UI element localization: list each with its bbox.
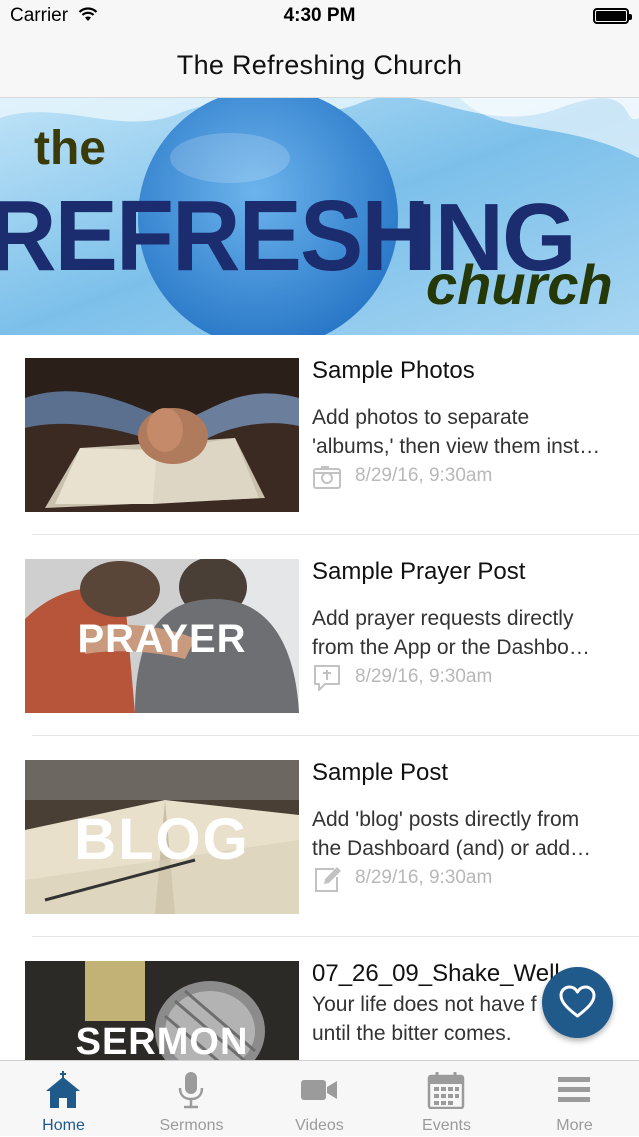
feed-item-blog[interactable]: BLOG Sample Post Add 'blog' posts direct… bbox=[0, 737, 639, 937]
tab-bar: Home Sermons Videos Events More bbox=[0, 1060, 639, 1136]
thumbnail-praying-hands bbox=[25, 358, 299, 512]
navigation-bar: The Refreshing Church bbox=[0, 34, 639, 98]
tab-label: Home bbox=[42, 1117, 85, 1134]
tab-videos[interactable]: Videos bbox=[256, 1061, 383, 1137]
favorite-button[interactable] bbox=[542, 967, 613, 1038]
video-camera-icon bbox=[301, 1080, 337, 1100]
item-description: Add prayer requests directly from the Ap… bbox=[312, 607, 590, 659]
tab-label: Events bbox=[422, 1117, 471, 1134]
banner-word-refresh: REFRESH bbox=[0, 180, 428, 292]
separator bbox=[32, 936, 639, 937]
status-time: 4:30 PM bbox=[283, 5, 356, 26]
banner-word-church: church bbox=[426, 253, 613, 316]
calendar-icon bbox=[427, 1072, 465, 1109]
item-title: Sample Prayer Post bbox=[312, 558, 526, 585]
feed-item-photos[interactable]: Sample Photos Add photos to separate 'al… bbox=[0, 335, 639, 535]
edit-icon bbox=[315, 867, 341, 892]
tab-more[interactable]: More bbox=[511, 1061, 638, 1137]
item-title: Sample Photos bbox=[312, 357, 475, 384]
home-icon bbox=[46, 1071, 80, 1108]
thumbnail-caption: SERMON bbox=[75, 1021, 249, 1060]
thumbnail-caption: BLOG bbox=[74, 807, 250, 872]
item-date: 8/29/16, 9:30am bbox=[355, 867, 493, 888]
status-bar: Carrier 4:30 PM bbox=[0, 0, 639, 34]
thumbnail-sermon: SERMON bbox=[25, 961, 299, 1060]
tab-label: Videos bbox=[295, 1117, 344, 1134]
camera-icon bbox=[313, 466, 341, 489]
thumbnail-prayer: PRAYER bbox=[25, 559, 299, 713]
item-date: 8/29/16, 9:30am bbox=[355, 666, 493, 687]
thumbnail-blog: BLOG bbox=[25, 760, 299, 914]
heart-icon bbox=[559, 985, 596, 1018]
feed-item-prayer[interactable]: PRAYER Sample Prayer Post Add prayer req… bbox=[0, 536, 639, 736]
thumbnail-caption: PRAYER bbox=[77, 617, 247, 661]
item-description: Add photos to separate 'albums,' then vi… bbox=[312, 406, 601, 458]
banner-word-the: the bbox=[34, 122, 106, 175]
item-date: 8/29/16, 9:30am bbox=[355, 465, 493, 486]
microphone-icon bbox=[178, 1072, 204, 1109]
prayer-bubble-icon bbox=[314, 665, 340, 691]
menu-icon bbox=[558, 1077, 590, 1102]
tab-label: Sermons bbox=[159, 1117, 224, 1134]
tab-home[interactable]: Home bbox=[0, 1061, 127, 1137]
church-banner: the REFRESH ING church bbox=[0, 98, 639, 335]
separator bbox=[32, 735, 639, 736]
tab-label: More bbox=[556, 1117, 593, 1134]
item-title: 07_26_09_Shake_Well bbox=[312, 960, 560, 987]
separator bbox=[32, 534, 639, 535]
item-title: Sample Post bbox=[312, 759, 449, 786]
tab-events[interactable]: Events bbox=[383, 1061, 510, 1137]
tab-sermons[interactable]: Sermons bbox=[128, 1061, 255, 1137]
page-title: The Refreshing Church bbox=[176, 50, 463, 80]
battery-icon bbox=[593, 8, 632, 24]
item-description: Add 'blog' posts directly from the Dashb… bbox=[312, 808, 591, 860]
